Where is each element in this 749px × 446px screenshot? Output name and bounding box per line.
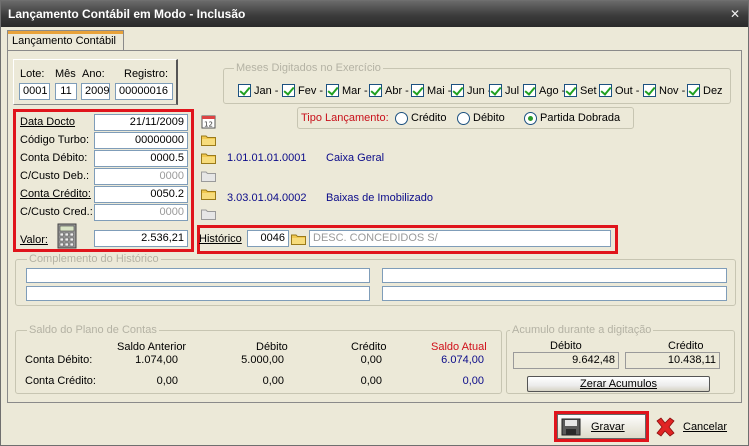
month-checkbox[interactable] [326, 84, 339, 97]
mes-label: Mês [55, 68, 76, 80]
month-checkbox[interactable] [369, 84, 382, 97]
month-label: Jan - [254, 85, 279, 97]
title-bar[interactable]: Lançamento Contábil em Modo - Inclusão ✕ [1, 1, 748, 27]
radio-partida-dobrada-label: Partida Dobrada [540, 112, 621, 124]
highlight-left-form [13, 109, 194, 252]
month-label: Fev - [298, 85, 324, 97]
debit-account-code: 1.01.01.01.0001 [227, 152, 307, 164]
acumulo-credito-label: Crédito [668, 340, 704, 352]
complemento-field-3[interactable] [26, 286, 370, 301]
radio-credito[interactable] [395, 112, 408, 125]
lote-label: Lote: [20, 68, 45, 80]
radio-partida-dobrada[interactable] [524, 112, 537, 125]
save-icon [561, 418, 581, 436]
cred-credito: 0,00 [360, 375, 382, 387]
deb-saldo-anterior: 1.074,00 [135, 354, 178, 366]
cancelar-label: Cancelar [683, 421, 728, 433]
cred-saldo-anterior: 0,00 [156, 375, 178, 387]
month-checkbox[interactable] [599, 84, 612, 97]
month-checkbox[interactable] [643, 84, 656, 97]
month-checkbox[interactable] [489, 84, 502, 97]
meses-group-title: Meses Digitados no Exercício [234, 62, 383, 74]
month-checkbox[interactable] [564, 84, 577, 97]
folder-icon[interactable] [291, 233, 306, 245]
saldo-row-credito-label: Conta Crédito: [25, 375, 96, 387]
deb-saldo-atual: 6.074,00 [441, 354, 484, 366]
month-checkbox[interactable] [687, 84, 700, 97]
saldo-group-title: Saldo do Plano de Contas [27, 324, 159, 336]
acumulo-credito-field: 10.438,11 [625, 352, 720, 369]
window-title: Lançamento Contábil em Modo - Inclusão [8, 7, 246, 21]
saldo-col-debito: Débito [256, 341, 288, 353]
saldo-row-debito-label: Conta Débito: [25, 354, 93, 366]
zerar-acumulos-label: Zerar Acumulos [579, 378, 658, 390]
zerar-acumulos-button[interactable]: Zerar Acumulos [527, 376, 710, 392]
cancel-icon [656, 417, 675, 437]
historico-label: Histórico [199, 233, 242, 245]
complemento-field-1[interactable] [26, 268, 370, 283]
month-label: Jul [505, 85, 520, 97]
folder-icon[interactable] [201, 152, 216, 164]
lote-field[interactable]: 0001 [19, 83, 50, 100]
debit-account-name: Caixa Geral [326, 152, 385, 164]
svg-text:12: 12 [204, 121, 213, 129]
mes-field[interactable]: 11 [55, 83, 77, 100]
radio-debito[interactable] [457, 112, 470, 125]
folder-icon[interactable] [201, 188, 216, 200]
month-checkbox[interactable] [523, 84, 536, 97]
historico-code-field[interactable]: 0046 [247, 230, 289, 247]
tab-lancamento-contabil[interactable]: Lançamento Contábil [7, 30, 124, 51]
deb-debito: 5.000,00 [241, 354, 284, 366]
credit-account-code: 3.03.01.04.0002 [227, 192, 307, 204]
cred-debito: 0,00 [262, 375, 284, 387]
close-icon[interactable]: ✕ [729, 8, 741, 20]
folder-icon[interactable] [201, 170, 216, 182]
tipo-lancamento-label: Tipo Lançamento: [301, 112, 389, 124]
acumulo-debito-label: Débito [550, 340, 582, 352]
month-label: Jun - [467, 85, 492, 97]
month-checkbox[interactable] [282, 84, 295, 97]
credit-account-name: Baixas de Imobilizado [326, 192, 434, 204]
month-label: Mai - [427, 85, 452, 97]
month-label: Mar - [342, 85, 368, 97]
month-label: Dez [703, 85, 723, 97]
acumulo-debito-field: 9.642,48 [513, 352, 619, 369]
registro-field[interactable]: 00000016 [115, 83, 173, 100]
month-checkbox[interactable] [451, 84, 464, 97]
dialog-window: Lançamento Contábil em Modo - Inclusão ✕… [0, 0, 749, 446]
month-label: Abr - [385, 85, 409, 97]
month-checkbox[interactable] [238, 84, 251, 97]
complemento-field-4[interactable] [382, 286, 727, 301]
saldo-col-atual: Saldo Atual [431, 341, 487, 353]
cred-saldo-atual: 0,00 [462, 375, 484, 387]
folder-icon[interactable] [201, 134, 216, 146]
ano-label: Ano: [82, 68, 105, 80]
complemento-group-title: Complemento do Histórico [27, 253, 161, 265]
ano-field[interactable]: 2009 [81, 83, 110, 100]
folder-icon[interactable] [201, 208, 216, 220]
gravar-label: Gravar [591, 421, 625, 433]
radio-debito-label: Débito [473, 112, 505, 124]
month-checkbox[interactable] [411, 84, 424, 97]
saldo-col-credito: Crédito [351, 341, 387, 353]
cancelar-button[interactable]: Cancelar [652, 414, 732, 439]
registro-label: Registro: [124, 68, 169, 80]
month-label: Nov - [659, 85, 686, 97]
acumulo-group-title: Acumulo durante a digitação [510, 324, 654, 336]
month-label: Out - [615, 85, 640, 97]
deb-credito: 0,00 [360, 354, 382, 366]
month-label: Ago - [539, 85, 566, 97]
calendar-icon[interactable]: 12 [201, 114, 216, 129]
historico-text-field[interactable]: DESC. CONCEDIDOS S/ [309, 230, 611, 247]
complemento-field-2[interactable] [382, 268, 727, 283]
gravar-button[interactable]: Gravar [557, 414, 646, 439]
saldo-col-anterior: Saldo Anterior [117, 341, 187, 353]
radio-credito-label: Crédito [411, 112, 447, 124]
tab-label: Lançamento Contábil [12, 35, 116, 47]
